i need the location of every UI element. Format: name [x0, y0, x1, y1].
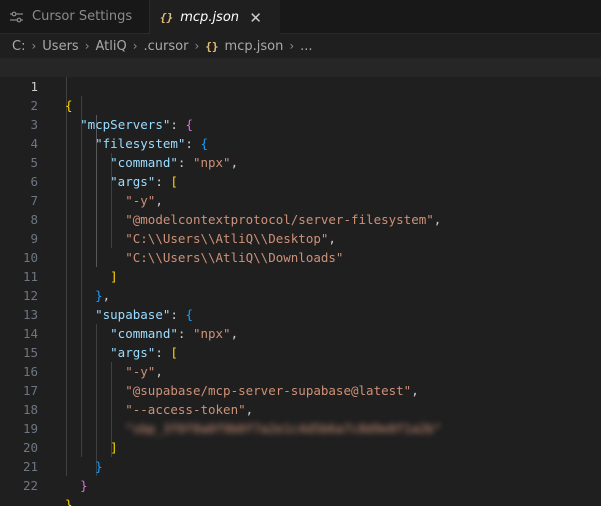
code-line: 20 } [0, 419, 601, 474]
code-line: 15 "-y", [0, 324, 601, 379]
tab-mcp-json[interactable]: {} mcp.json ✕ [150, 0, 280, 35]
code-line: 6 "-y", [0, 153, 601, 208]
code-line: 19 ] [0, 400, 601, 455]
chevron-right-icon: › [289, 39, 295, 53]
code-line: 13 "command": "npx", [0, 286, 601, 341]
code-line: 22 } [0, 457, 601, 506]
breadcrumb-item-cursor[interactable]: .cursor [144, 39, 189, 54]
breadcrumb-item-drive[interactable]: C: [12, 39, 25, 54]
chevron-right-icon: › [194, 39, 200, 53]
breadcrumb-item-users[interactable]: Users [42, 39, 78, 54]
tab-cursor-settings[interactable]: Cursor Settings [0, 0, 150, 33]
code-line: 11 }, [0, 248, 601, 303]
chevron-right-icon: › [31, 39, 37, 53]
code-line: 2 "mcpServers": { [0, 77, 601, 132]
code-line: 16 "@supabase/mcp-server-supabase@latest… [0, 343, 601, 398]
tab-bar: Cursor Settings {} mcp.json ✕ [0, 0, 601, 35]
json-braces-icon: {} [205, 39, 219, 53]
breadcrumb: C: › Users › AtliQ › .cursor › {} mcp.js… [0, 34, 601, 58]
code-line: 12 "supabase": { [0, 267, 601, 322]
chevron-right-icon: › [132, 39, 138, 53]
line-number: 22 [22, 478, 38, 493]
code-line: 8 "C:\\Users\\AtliQ\\Desktop", [0, 191, 601, 246]
settings-sliders-icon [10, 10, 24, 24]
code-editor[interactable]: 1 { 2 "mcpServers": { 3 "filesystem": { … [0, 58, 601, 506]
json-braces-icon: {} [160, 11, 174, 24]
code-line: 7 "@modelcontextprotocol/server-filesyst… [0, 172, 601, 227]
code-line: 17 "--access-token", [0, 362, 601, 417]
code-line: 10 ] [0, 229, 601, 284]
code-line: 5 "args": [ [0, 134, 601, 189]
code-line: 14 "args": [ [0, 305, 601, 360]
code-line: 4 "command": "npx", [0, 115, 601, 170]
tab-label: mcp.json [180, 10, 240, 25]
breadcrumb-item-more[interactable]: ... [300, 39, 312, 54]
code-line: 3 "filesystem": { [0, 96, 601, 151]
breadcrumb-item-atliq[interactable]: AtliQ [96, 39, 127, 54]
code-line: 1 { [0, 58, 601, 113]
code-line: 9 "C:\\Users\\AtliQ\\Downloads" [0, 210, 601, 265]
editor-window: Cursor Settings {} mcp.json ✕ C: › Users… [0, 0, 601, 506]
code-line: 21 } [0, 438, 601, 493]
chevron-right-icon: › [84, 39, 90, 53]
code-line: 18 "sbp_3f0f8a0f9b0f7a2e1c4d5b6a7c8d9e0f… [0, 381, 601, 436]
brace: } [65, 497, 73, 506]
tab-label: Cursor Settings [32, 9, 133, 24]
breadcrumb-item-file[interactable]: mcp.json [225, 39, 284, 54]
close-icon[interactable]: ✕ [249, 9, 262, 27]
